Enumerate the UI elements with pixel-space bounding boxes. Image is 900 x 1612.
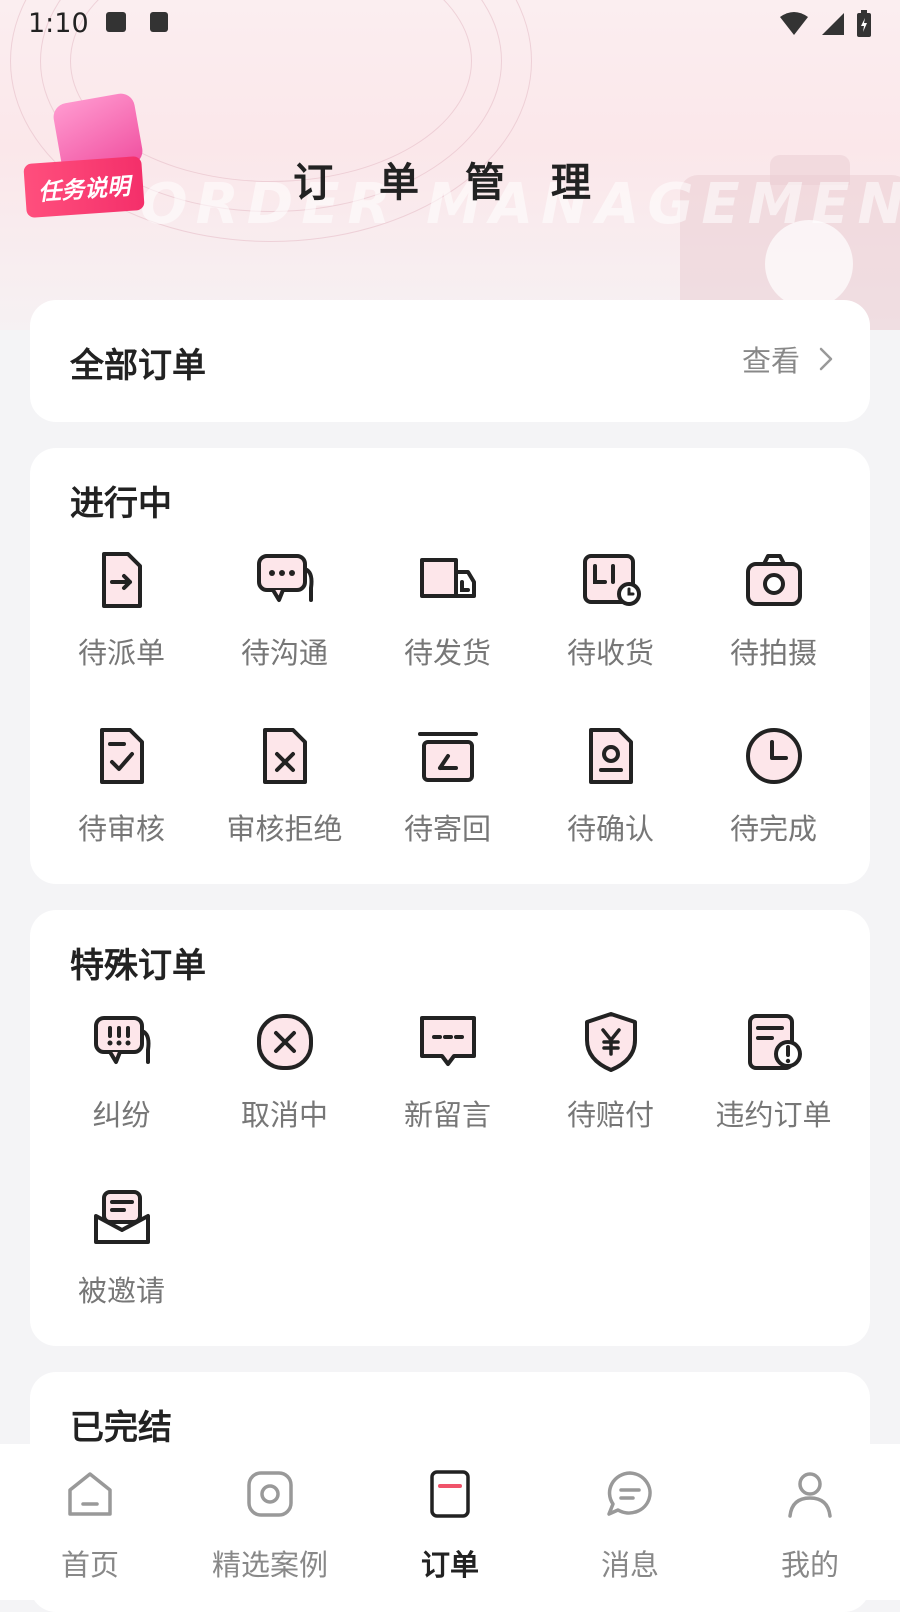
dispute-icon <box>94 1016 151 1064</box>
reject-icon <box>263 728 307 784</box>
order-status-rejected[interactable]: 审核拒绝 <box>203 724 366 900</box>
confirm-icon <box>589 728 633 784</box>
order-status-shoot[interactable]: 待拍摄 <box>692 548 855 724</box>
image-notification-icon <box>106 12 126 32</box>
order-status-confirm[interactable]: 待确认 <box>529 724 692 900</box>
all-orders-card[interactable]: 全部订单 查看 <box>30 300 870 422</box>
chat-icon <box>257 554 314 602</box>
compensation-icon <box>585 1012 637 1072</box>
message-icon <box>420 1016 476 1066</box>
chevron-right-icon <box>819 347 833 371</box>
receive-icon <box>583 554 641 606</box>
view-label: 查看 <box>741 344 800 378</box>
tab-featured-cases[interactable]: 精选案例 <box>180 1444 360 1600</box>
special-status-new-message[interactable]: 新留言 <box>366 1010 529 1186</box>
order-status-receive[interactable]: 待收货 <box>529 548 692 724</box>
special-status-invited[interactable]: 被邀请 <box>40 1186 203 1362</box>
status-time: 1:10 <box>28 8 89 39</box>
invited-icon <box>94 1190 150 1244</box>
tab-orders[interactable]: 订单 <box>360 1444 540 1600</box>
home-icon <box>68 1472 112 1516</box>
tab-profile[interactable]: 我的 <box>720 1444 900 1600</box>
special-status-compensation[interactable]: 待赔付 <box>529 1010 692 1186</box>
tab-messages[interactable]: 消息 <box>540 1444 720 1600</box>
special-status-breach[interactable]: 违约订单 <box>692 1010 855 1186</box>
camera-icon <box>746 554 802 606</box>
bottom-tab-bar: 首页 精选案例 订单 消息 我的 <box>0 1444 900 1600</box>
special-orders-card: 特殊订单 纠纷 取消中 新留言 待赔付 违约订单 被邀请 <box>30 910 870 1346</box>
clock-icon <box>746 728 802 784</box>
special-status-cancelling[interactable]: 取消中 <box>203 1010 366 1186</box>
order-status-review[interactable]: 待审核 <box>40 724 203 900</box>
view-all-link[interactable]: 查看 <box>742 338 834 380</box>
order-status-return[interactable]: 待寄回 <box>366 724 529 900</box>
wifi-icon <box>780 12 808 35</box>
dispatch-icon <box>102 552 142 608</box>
order-icon <box>430 1470 470 1518</box>
cancel-icon <box>257 1014 313 1070</box>
all-orders-title: 全部订单 <box>70 346 206 386</box>
tab-home[interactable]: 首页 <box>0 1444 180 1600</box>
page-title: 订 单 管 理 <box>293 160 607 206</box>
order-status-dispatch[interactable]: 待派单 <box>40 548 203 724</box>
order-status-ship[interactable]: 待发货 <box>366 548 529 724</box>
special-status-dispute[interactable]: 纠纷 <box>40 1010 203 1186</box>
chat-bubble-icon <box>607 1471 652 1516</box>
featured-icon <box>247 1471 293 1517</box>
breach-icon <box>748 1014 802 1070</box>
truck-icon <box>420 558 476 598</box>
return-icon <box>418 732 478 782</box>
font-notification-icon <box>150 12 168 32</box>
profile-icon <box>788 1472 832 1518</box>
order-status-complete[interactable]: 待完成 <box>692 724 855 900</box>
review-icon <box>100 728 144 784</box>
special-orders-title: 特殊订单 <box>70 946 206 986</box>
battery-icon <box>857 10 871 37</box>
in-progress-title: 进行中 <box>70 484 172 524</box>
signal-icon <box>822 13 844 35</box>
status-bar: 1:10 <box>0 0 900 48</box>
order-status-communicate[interactable]: 待沟通 <box>203 548 366 724</box>
in-progress-card: 进行中 待派单 待沟通 待发货 待收货 待拍摄 待审核 审核拒绝 待寄回 待确认… <box>30 448 870 884</box>
finished-orders-title: 已完结 <box>70 1408 172 1448</box>
